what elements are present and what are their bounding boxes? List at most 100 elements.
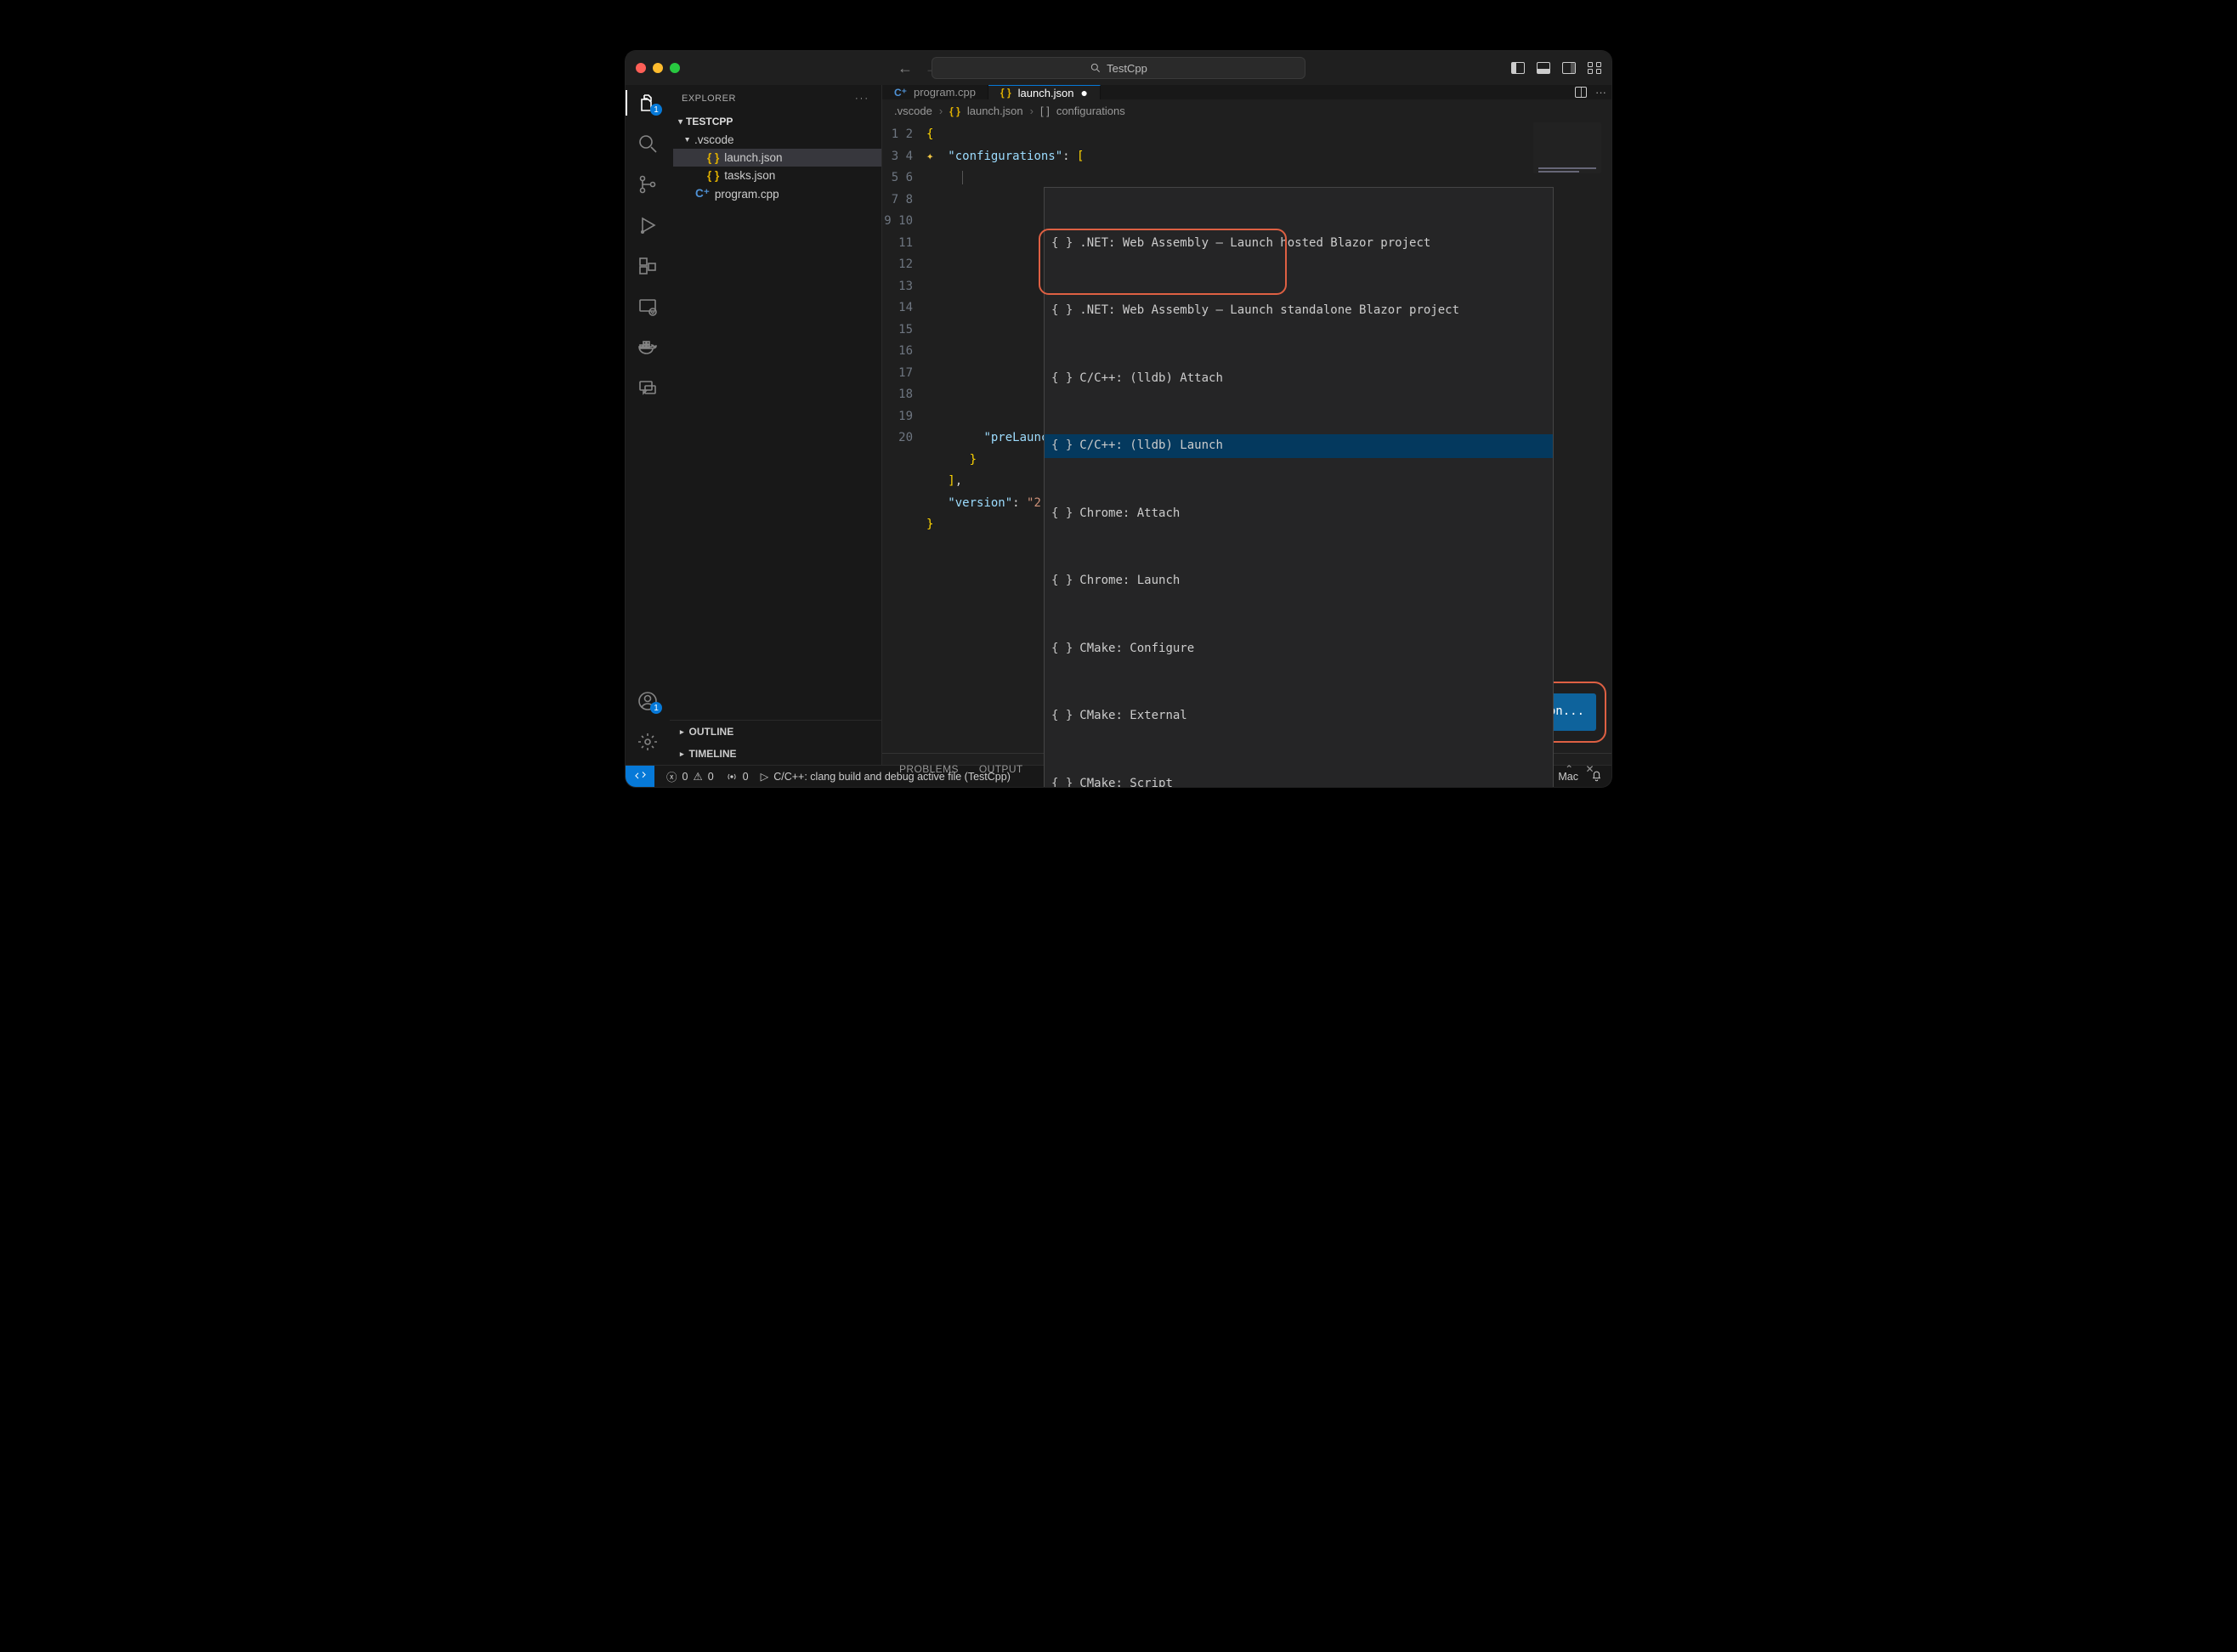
tab-launch-json[interactable]: { } launch.json ●: [988, 85, 1101, 99]
close-window-button[interactable]: [636, 63, 646, 73]
chevron-right-icon: ▸: [680, 727, 684, 737]
toggle-primary-sidebar-icon[interactable]: [1511, 62, 1525, 74]
search-text: TestCpp: [1107, 62, 1147, 75]
status-os[interactable]: Mac: [1558, 771, 1578, 783]
traffic-lights: [636, 63, 680, 73]
line-number-gutter: 1 2 3 4 5 6 7 8 9 10 11 12 13 14 15 16 1…: [882, 122, 926, 753]
account-icon[interactable]: 1: [637, 690, 659, 712]
cpp-file-icon: C⁺: [894, 87, 907, 99]
file-tasks-json[interactable]: { } tasks.json: [673, 167, 881, 184]
search-view-icon[interactable]: [637, 133, 659, 155]
error-icon: ⓧ: [666, 768, 677, 784]
intellisense-dropdown[interactable]: { }.NET: Web Assembly – Launch hosted Bl…: [1044, 187, 1554, 787]
outline-section[interactable]: ▸ OUTLINE: [670, 721, 881, 743]
chevron-right-icon: ›: [939, 105, 943, 117]
code-content[interactable]: { ✦ "configurations": [ "preLaunchTask":…: [926, 122, 1611, 753]
dropdown-item[interactable]: { }.NET: Web Assembly – Launch standalon…: [1045, 299, 1553, 324]
tab-actions: ···: [1575, 85, 1606, 99]
remote-explorer-icon[interactable]: [637, 296, 659, 318]
file-tree: ▸ .vscode { } launch.json { } tasks.json…: [670, 131, 881, 203]
sidebar-collapsed-sections: ▸ OUTLINE ▸ TIMELINE: [670, 720, 881, 765]
file-label: launch.json: [724, 151, 782, 164]
project-name: TESTCPP: [686, 116, 733, 127]
dropdown-item[interactable]: { }Chrome: Attach: [1045, 501, 1553, 526]
dropdown-item[interactable]: { }CMake: External: [1045, 704, 1553, 729]
explorer-sidebar: EXPLORER ··· ▸ TESTCPP ▸ .vscode { } lau…: [670, 85, 882, 765]
file-label: program.cpp: [715, 188, 779, 201]
json-file-icon: { }: [949, 105, 960, 117]
account-badge: 1: [650, 702, 662, 714]
chevron-down-icon: ▸: [682, 138, 692, 142]
activity-bar: 1 1: [626, 85, 670, 765]
breadcrumb[interactable]: .vscode › { } launch.json › [ ] configur…: [882, 99, 1611, 122]
titlebar-layout-icons: [1511, 62, 1601, 74]
json-file-icon: { }: [707, 169, 719, 182]
settings-gear-icon[interactable]: [637, 731, 659, 753]
titlebar: ← → TestCpp: [626, 51, 1611, 85]
outline-label: OUTLINE: [689, 726, 734, 738]
broadcast-icon: [726, 771, 738, 783]
file-launch-json[interactable]: { } launch.json: [673, 149, 881, 167]
dropdown-item[interactable]: { }C/C++: (lldb) Attach: [1045, 366, 1553, 391]
split-editor-icon[interactable]: [1575, 87, 1587, 98]
nav-back-icon[interactable]: ←: [898, 59, 913, 77]
minimize-window-button[interactable]: [653, 63, 663, 73]
folder-label: .vscode: [694, 133, 734, 146]
status-problems[interactable]: ⓧ0 ⚠0: [666, 768, 714, 784]
sidebar-header: EXPLORER ···: [670, 85, 881, 112]
customize-layout-icon[interactable]: [1588, 62, 1601, 74]
tab-label: program.cpp: [914, 86, 976, 99]
explorer-badge: 1: [650, 104, 662, 116]
tab-label: launch.json: [1018, 87, 1074, 99]
search-icon: [1090, 62, 1102, 74]
json-file-icon: { }: [707, 151, 719, 164]
toggle-panel-icon[interactable]: [1537, 62, 1550, 74]
chevron-right-icon: ›: [1030, 105, 1034, 117]
breadcrumb-file[interactable]: launch.json: [967, 105, 1023, 117]
sidebar-more-icon[interactable]: ···: [855, 93, 869, 104]
chevron-right-icon: ▸: [680, 750, 684, 759]
tab-program-cpp[interactable]: C⁺ program.cpp: [882, 85, 988, 99]
vscode-window: ← → TestCpp 1: [626, 51, 1611, 787]
remote-indicator[interactable]: [626, 766, 654, 788]
debug-alt-icon: ▷: [761, 770, 769, 783]
docker-icon[interactable]: [637, 337, 659, 359]
breadcrumb-folder[interactable]: .vscode: [894, 105, 932, 117]
editor-group: C⁺ program.cpp { } launch.json ● ··· .vs…: [882, 85, 1611, 765]
dropdown-item[interactable]: { }CMake: Script: [1045, 772, 1553, 787]
modified-indicator-icon: ●: [1080, 86, 1087, 99]
dropdown-item-selected[interactable]: { }C/C++: (lldb) Launch: [1045, 434, 1553, 459]
sparkle-icon: ✦: [926, 150, 933, 163]
more-actions-icon[interactable]: ···: [1595, 86, 1606, 99]
bell-icon[interactable]: [1590, 769, 1603, 784]
timeline-section[interactable]: ▸ TIMELINE: [670, 743, 881, 765]
command-center[interactable]: TestCpp: [932, 57, 1305, 79]
cpp-file-icon: C⁺: [695, 187, 710, 201]
text-editor[interactable]: 1 2 3 4 5 6 7 8 9 10 11 12 13 14 15 16 1…: [882, 122, 1611, 753]
explorer-icon[interactable]: 1: [637, 92, 659, 114]
extensions-icon[interactable]: [637, 255, 659, 277]
dropdown-item[interactable]: { }Chrome: Launch: [1045, 569, 1553, 594]
array-icon: [ ]: [1040, 105, 1050, 117]
source-control-icon[interactable]: [637, 173, 659, 195]
status-build-task[interactable]: ▷ C/C++: clang build and debug active fi…: [761, 770, 1011, 783]
toggle-secondary-sidebar-icon[interactable]: [1562, 62, 1576, 74]
status-ports[interactable]: 0: [726, 771, 749, 783]
sidebar-title: EXPLORER: [682, 93, 736, 104]
minimap[interactable]: [1533, 122, 1601, 173]
project-folder-header[interactable]: ▸ TESTCPP: [670, 112, 881, 131]
json-file-icon: { }: [1000, 87, 1011, 99]
folder-vscode[interactable]: ▸ .vscode: [673, 131, 881, 149]
file-program-cpp[interactable]: C⁺ program.cpp: [673, 184, 881, 203]
dropdown-item[interactable]: { }.NET: Web Assembly – Launch hosted Bl…: [1045, 231, 1553, 256]
editor-tabs: C⁺ program.cpp { } launch.json ● ···: [882, 85, 1611, 99]
breadcrumb-symbol[interactable]: configurations: [1056, 105, 1125, 117]
chevron-down-icon: ▸: [676, 119, 685, 123]
debug-icon[interactable]: [637, 214, 659, 236]
maximize-window-button[interactable]: [670, 63, 680, 73]
dropdown-item[interactable]: { }CMake: Configure: [1045, 636, 1553, 661]
warning-icon: ⚠: [693, 770, 702, 783]
comments-icon[interactable]: [637, 377, 659, 399]
timeline-label: TIMELINE: [689, 748, 737, 760]
file-label: tasks.json: [724, 169, 775, 182]
